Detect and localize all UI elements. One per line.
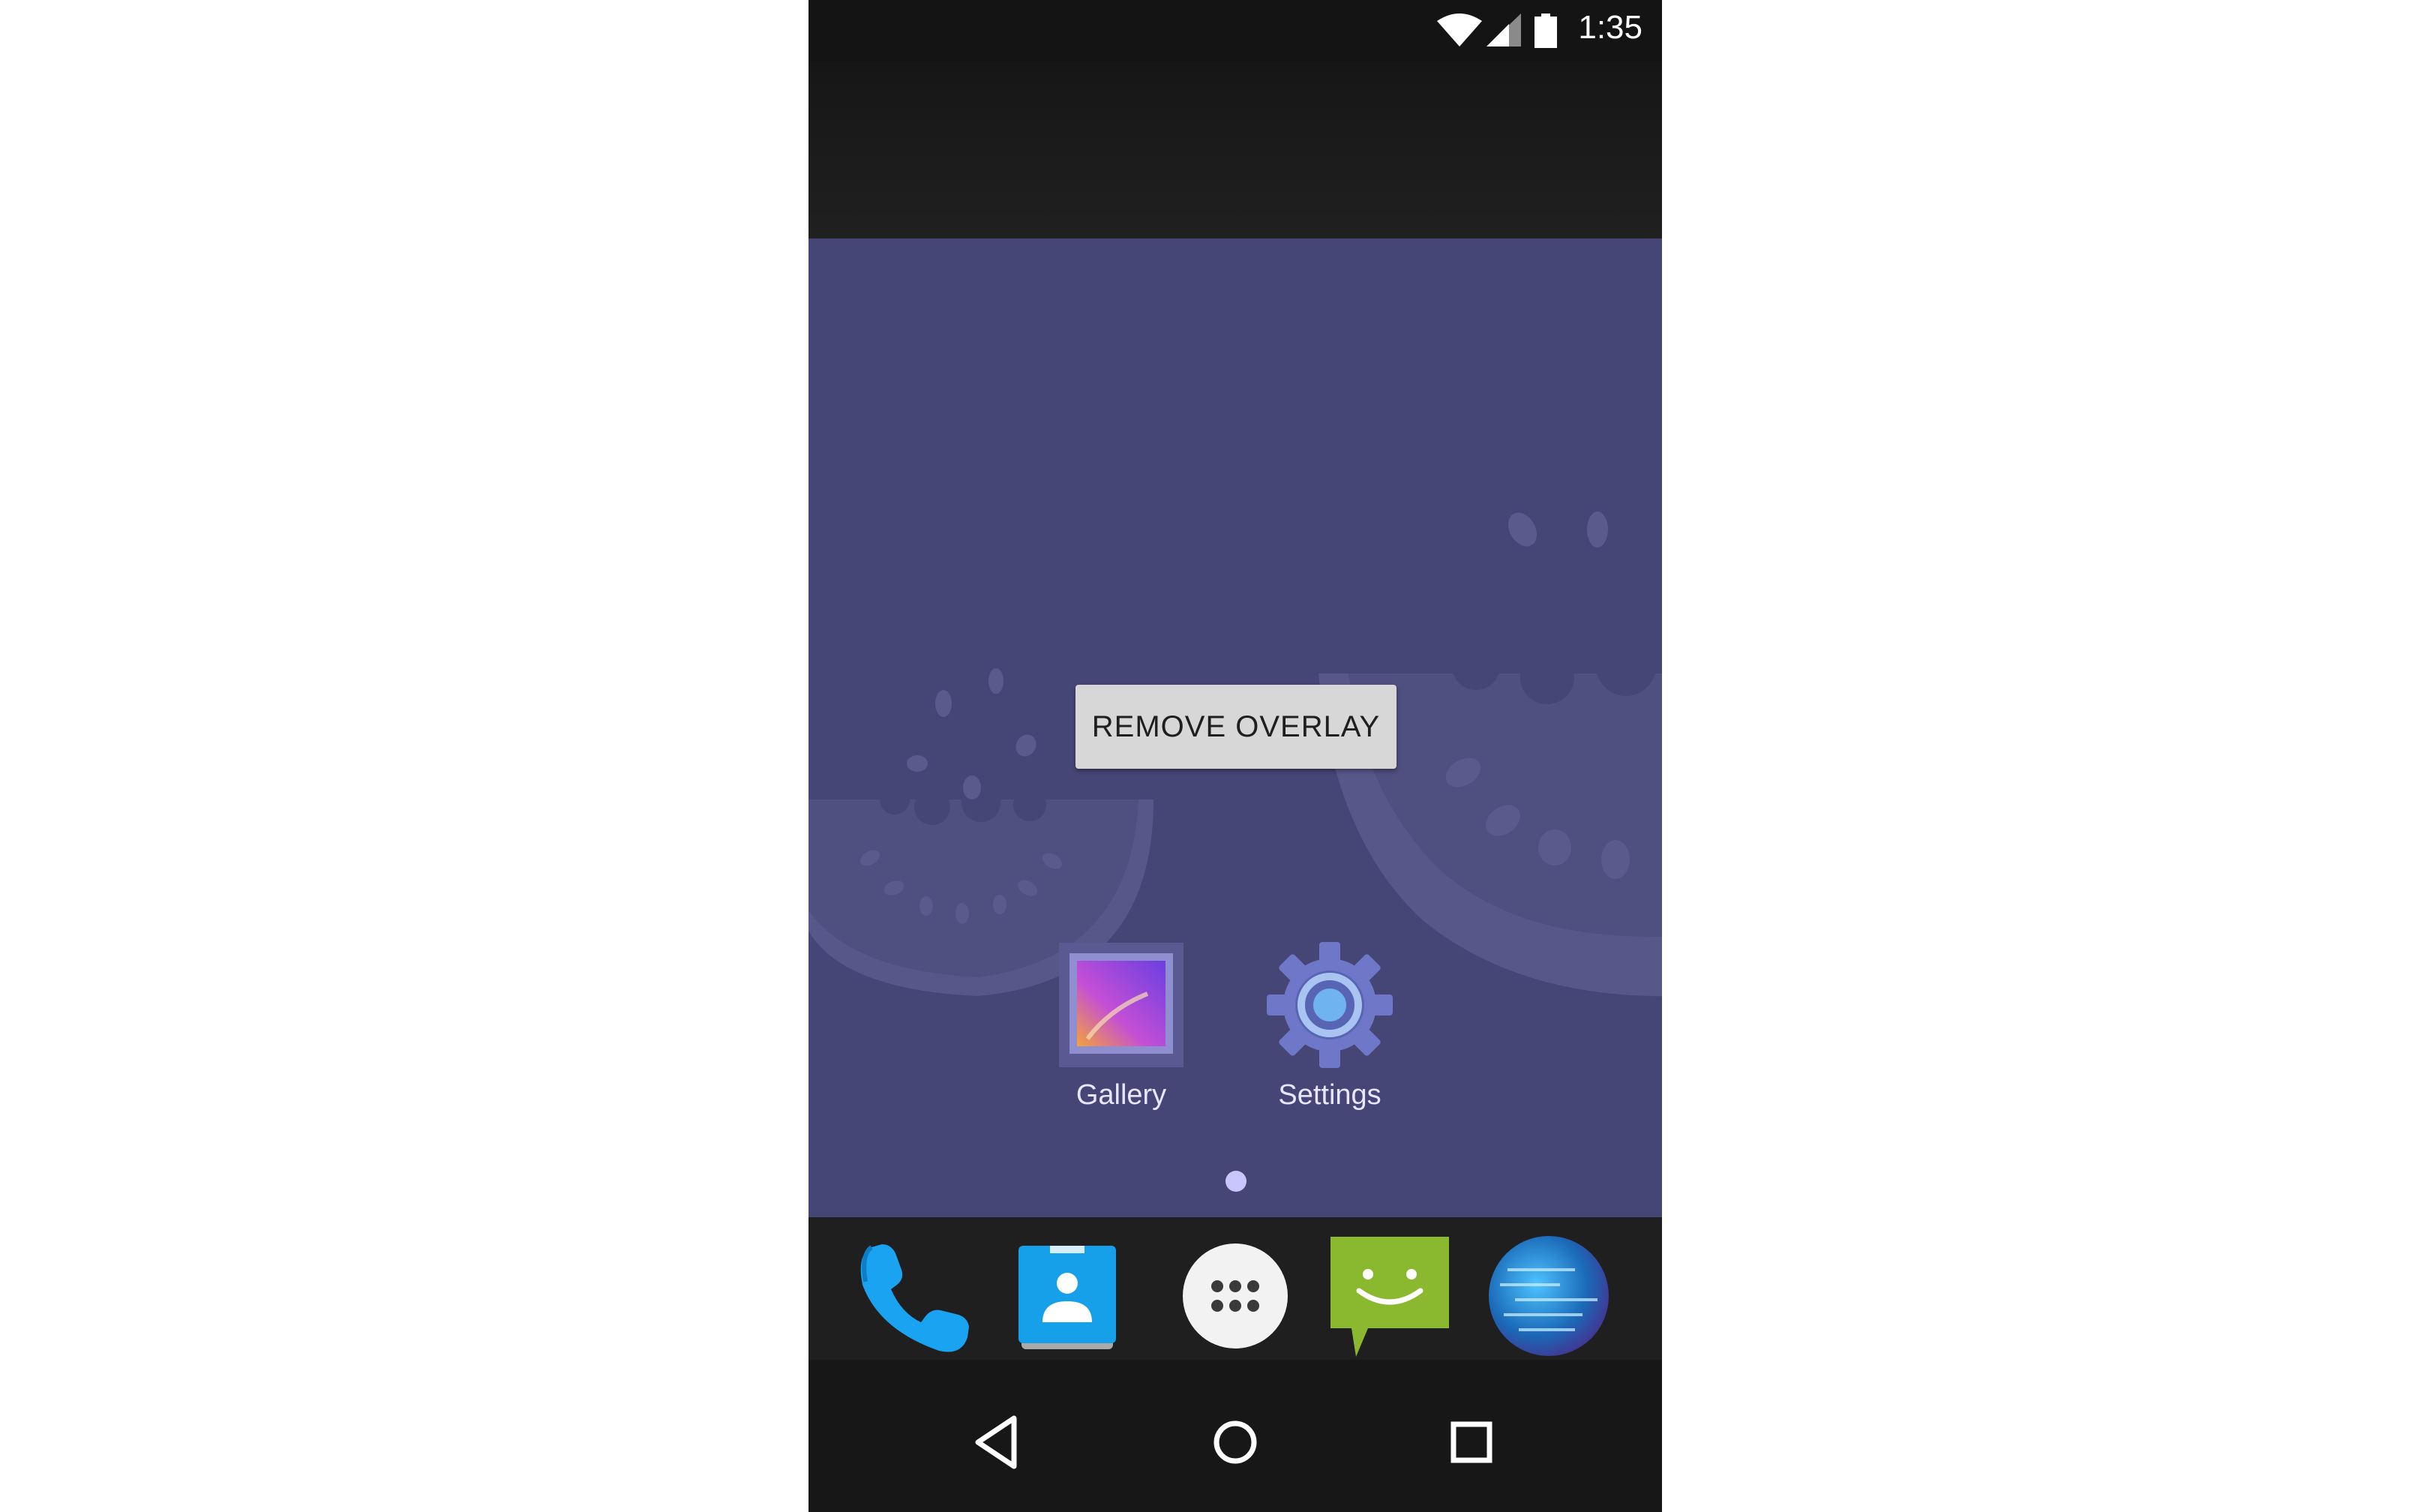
status-bar: 1:35 — [808, 0, 1662, 62]
back-icon[interactable] — [962, 1405, 1036, 1480]
app-label-settings: Settings — [1278, 1079, 1382, 1111]
phone-screen: 1:35 REMOVE OVERLAY Gallery Settings — [808, 0, 1662, 1512]
app-drawer-icon[interactable] — [1172, 1232, 1299, 1360]
contacts-icon[interactable] — [1004, 1232, 1131, 1360]
cellular-signal-icon — [1486, 14, 1521, 46]
home-wallpaper: REMOVE OVERLAY Gallery Settings — [808, 238, 1662, 1217]
favorites-dock — [808, 1217, 1662, 1360]
recents-icon[interactable] — [1434, 1405, 1509, 1480]
app-gallery[interactable]: Gallery — [1039, 941, 1204, 1112]
status-clock: 1:35 — [1578, 9, 1642, 46]
search-bar-area — [808, 62, 1662, 238]
remove-overlay-button[interactable]: REMOVE OVERLAY — [1076, 685, 1396, 769]
navigation-bar — [808, 1360, 1662, 1512]
app-settings[interactable]: Settings — [1247, 941, 1412, 1112]
settings-gear-icon — [1267, 942, 1393, 1068]
battery-icon — [1534, 14, 1557, 48]
messaging-icon[interactable] — [1326, 1232, 1454, 1360]
app-label-gallery: Gallery — [1076, 1079, 1167, 1111]
phone-icon[interactable] — [849, 1232, 976, 1360]
home-icon[interactable] — [1198, 1405, 1273, 1480]
wifi-icon — [1437, 14, 1482, 46]
gallery-icon — [1059, 943, 1184, 1067]
browser-globe-icon[interactable] — [1485, 1232, 1612, 1360]
page-indicator-dot — [1226, 1171, 1246, 1192]
